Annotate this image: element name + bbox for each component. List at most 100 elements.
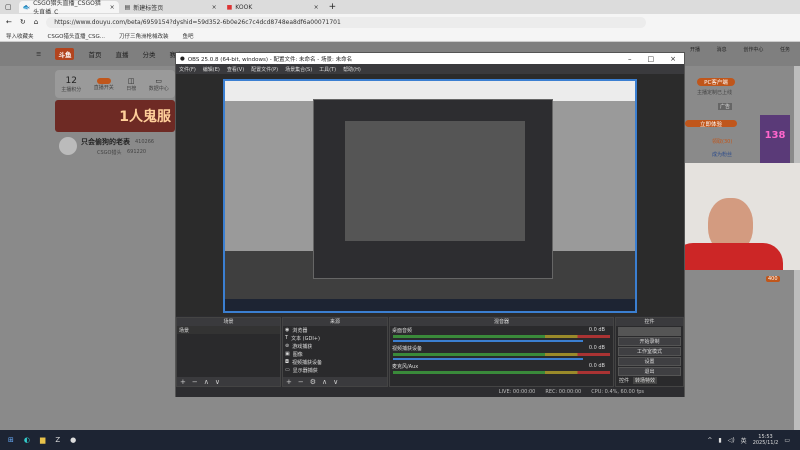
menu-edit[interactable]: 编辑(E) — [203, 66, 220, 73]
settings-button[interactable]: 设置 — [618, 357, 681, 366]
menu-view[interactable]: 查看(V) — [227, 66, 244, 73]
down-icon[interactable]: ∨ — [333, 378, 338, 386]
studio-mode-button[interactable]: 工作室模式 — [618, 347, 681, 356]
clock[interactable]: 15:53 2025/11/2 — [753, 434, 779, 446]
menu-scene-collection[interactable]: 场景集合(S) — [285, 66, 312, 73]
system-tray: ^ ▮ ◁) 英 15:53 2025/11/2 ▭ — [707, 434, 800, 446]
remove-icon[interactable]: − — [192, 378, 198, 386]
microphone-icon[interactable]: ▮ — [718, 437, 721, 444]
obs-status-bar: LIVE: 00:00:00 REC: 00:00:00 CPU: 0.4%, 60… — [176, 387, 684, 397]
app-icon[interactable]: Z — [55, 436, 60, 444]
edge-icon[interactable]: ◐ — [24, 436, 30, 444]
source-item[interactable]: ▣ 图像 — [283, 350, 387, 358]
url-input[interactable]: https://www.douyu.com/beta/6959154?dyshi… — [46, 16, 647, 28]
douyu-logo[interactable]: 斗鱼 — [55, 48, 75, 60]
ime-indicator[interactable]: 英 — [741, 436, 747, 445]
tab-actions-icon[interactable]: ▢ — [0, 3, 17, 11]
close-icon[interactable]: × — [110, 4, 115, 11]
bookmark-2[interactable]: 刀仔三角洲枪械改装 — [119, 32, 169, 40]
home-icon[interactable]: ⌂ — [34, 18, 38, 26]
exit-button[interactable]: 退出 — [618, 367, 681, 376]
volume-slider[interactable] — [393, 358, 583, 360]
menu-help[interactable]: 帮助(H) — [343, 66, 361, 73]
menu-icon[interactable]: ≡ — [36, 50, 41, 58]
up-icon[interactable]: ∧ — [204, 378, 209, 386]
chevron-up-icon[interactable]: ^ — [707, 437, 712, 444]
volume-slider[interactable] — [393, 340, 583, 342]
avatar[interactable] — [59, 137, 77, 155]
gear-icon[interactable]: ⚙ — [310, 378, 316, 386]
source-item[interactable]: ◉ 浏览器 — [283, 326, 387, 334]
tab-transitions[interactable]: 转场特效 — [633, 377, 658, 384]
refresh-icon[interactable]: ↻ — [20, 18, 26, 26]
source-item[interactable]: ◘ 视频捕获设备 — [283, 358, 387, 366]
obs-icon[interactable]: ● — [70, 436, 76, 444]
image-icon: ▣ — [285, 351, 290, 357]
obs-logo-icon: ● — [180, 55, 185, 62]
data-center-icon: ▭ — [155, 76, 163, 85]
data-center[interactable]: ▭ 数据中心 — [149, 77, 169, 92]
explorer-icon[interactable]: ▆ — [40, 436, 45, 444]
try-now-button[interactable]: 立即体验 — [685, 120, 737, 128]
nav-live[interactable]: 直播 — [115, 49, 128, 59]
tasks-link[interactable]: 任务 — [780, 46, 790, 53]
kook-icon: ■ — [226, 3, 233, 11]
source-item[interactable]: ▭ 显示器捕获 — [283, 366, 387, 374]
remove-icon[interactable]: − — [298, 378, 304, 386]
start-recording-button[interactable]: 开始录制 — [618, 337, 681, 346]
scene-item[interactable]: 场景 — [177, 326, 280, 334]
audio-meter — [393, 353, 610, 356]
top-icons: 开播 消息 创作中心 任务 — [690, 46, 790, 53]
live-toggle[interactable]: 直播开关 — [94, 77, 114, 91]
audio-meter — [393, 371, 610, 374]
minimize-button[interactable]: – — [628, 55, 632, 63]
browser-tab-bar: ▢ 🐟 CSGO猎头直播_CSGO猎头直播_C × ▤ 新建标签页 × ■ KOOK × + — [0, 0, 800, 16]
close-icon[interactable]: × — [212, 4, 217, 11]
source-item[interactable]: T 文本 (GDI+) — [283, 334, 387, 342]
volume-icon[interactable]: ◁) — [728, 437, 735, 444]
back-icon[interactable]: ← — [6, 18, 12, 26]
scenes-dock: 场景 场景 + − ∧ ∨ — [176, 317, 281, 387]
add-icon[interactable]: + — [180, 378, 186, 386]
up-icon[interactable]: ∧ — [322, 378, 327, 386]
camera-icon: ◘ — [285, 359, 289, 365]
audio-meter — [393, 335, 610, 338]
new-tab-button[interactable]: + — [323, 2, 337, 12]
bookmark-1[interactable]: CSGO猎头直播_CSG... — [48, 32, 106, 40]
browser-icon: ◉ — [285, 327, 290, 333]
start-live-link[interactable]: 开播 — [690, 46, 700, 53]
tab-kook[interactable]: ■ KOOK × — [223, 1, 323, 13]
address-bar-row: ← ↻ ⌂ https://www.douyu.com/beta/6959154?d… — [0, 14, 800, 30]
controls-dock: 控件 开始录制 工作室模式 设置 退出 控件 转场特效 — [615, 317, 684, 387]
notification-icon[interactable]: ▭ — [784, 437, 790, 444]
douyu-favicon: 🐟 — [22, 3, 31, 11]
tab-douyu[interactable]: 🐟 CSGO猎头直播_CSGO猎头直播_C × — [18, 0, 119, 16]
bookmark-3[interactable]: 鱼吧 — [183, 32, 194, 40]
game-capture-icon: ⊚ — [285, 343, 290, 349]
start-icon[interactable]: ⊞ — [8, 436, 14, 444]
menu-tools[interactable]: 工具(T) — [319, 66, 336, 73]
text-icon: T — [285, 335, 289, 341]
add-icon[interactable]: + — [286, 378, 292, 386]
nav-category[interactable]: 分类 — [142, 49, 155, 59]
tab-controls[interactable]: 控件 — [619, 377, 629, 384]
down-icon[interactable]: ∨ — [215, 378, 220, 386]
menu-profile[interactable]: 配置文件(P) — [251, 66, 278, 73]
maximize-button[interactable]: □ — [648, 55, 655, 63]
nav-home[interactable]: 首页 — [88, 49, 101, 59]
sources-dock: 来源 ◉ 浏览器 T 文本 (GDI+) ⊚ 游戏捕获 ▣ 图像 ◘ 视频捕获设备 ▭ 显示… — [282, 317, 388, 387]
creator-center-link[interactable]: 创作中心 — [743, 46, 763, 53]
start-streaming-button[interactable] — [618, 327, 681, 336]
tab-new[interactable]: ▤ 新建标签页 × — [121, 1, 221, 13]
banner[interactable]: 1人鬼服 — [55, 100, 175, 132]
source-item[interactable]: ⊚ 游戏捕获 — [283, 342, 387, 350]
bookmark-0[interactable]: 导入收藏夹 — [6, 32, 34, 40]
daily-rank[interactable]: ◫ 日榜 — [126, 77, 136, 92]
close-icon[interactable]: × — [314, 4, 319, 11]
pc-client-button[interactable]: PC客户端 — [697, 78, 735, 86]
menu-file[interactable]: 文件(F) — [179, 66, 196, 73]
close-button[interactable]: × — [670, 55, 676, 63]
messages-link[interactable]: 消息 — [717, 46, 727, 53]
obs-preview[interactable] — [176, 74, 684, 316]
promo-banner[interactable]: 138 — [760, 115, 790, 165]
